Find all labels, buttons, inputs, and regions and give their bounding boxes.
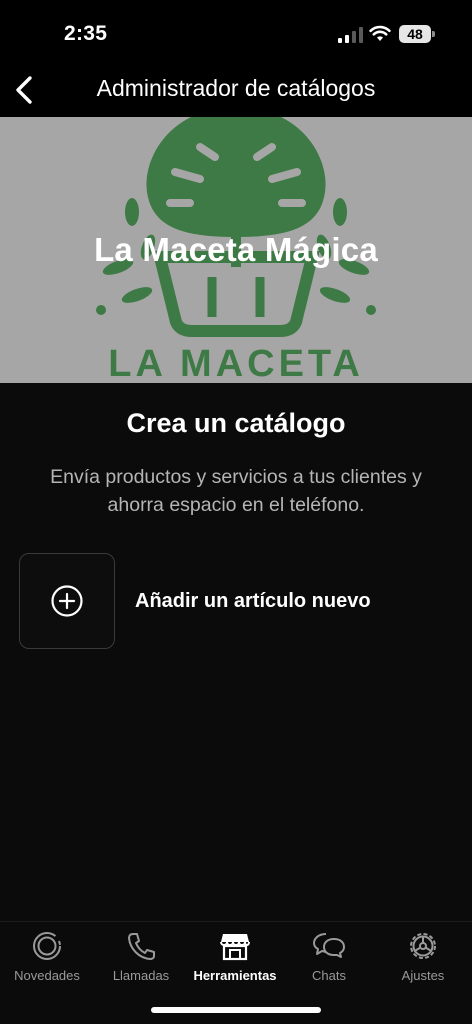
tab-novedades[interactable]: Novedades (0, 930, 94, 990)
chevron-left-icon (16, 76, 32, 104)
tab-label: Llamadas (112, 968, 170, 983)
add-item-label: Añadir un artículo nuevo (135, 590, 371, 612)
page-title: Administrador de catálogos (96, 75, 376, 101)
gear-icon (410, 933, 436, 959)
tab-llamadas[interactable]: Llamadas (94, 930, 188, 990)
tab-ajustes[interactable]: Ajustes (376, 930, 470, 990)
tab-label: Novedades (14, 968, 80, 983)
business-name: La Maceta Mágica (94, 231, 378, 268)
battery-level: 48 (407, 26, 423, 42)
wifi-icon (369, 25, 391, 41)
status-bar: 2:35 48 (0, 0, 472, 66)
add-new-item-button[interactable]: Añadir un artículo nuevo (19, 553, 453, 649)
battery-icon: 48 (399, 25, 431, 43)
battery-tip (432, 31, 435, 37)
chat-bubbles-icon (313, 933, 345, 958)
create-catalog-description: Envía productos y servicios a tus client… (50, 466, 422, 516)
store-icon (220, 934, 250, 961)
create-catalog-heading: Crea un catálogo (126, 408, 346, 438)
tab-label: Chats (312, 968, 346, 983)
logo-brand-text: LA MACETA (108, 343, 364, 383)
status-icon (33, 932, 61, 960)
signal-icon (338, 27, 363, 43)
status-time: 2:35 (64, 22, 108, 45)
nav-bar: Administrador de catálogos (0, 66, 472, 117)
tab-chats[interactable]: Chats (282, 930, 376, 990)
add-item-tile[interactable] (19, 553, 115, 649)
tab-label: Herramientas (193, 968, 277, 983)
back-button[interactable] (6, 72, 42, 108)
phone-icon (128, 933, 155, 960)
plus-circle-icon (51, 585, 83, 617)
tab-herramientas[interactable]: Herramientas (188, 930, 282, 990)
catalog-banner[interactable]: LA MACETA La Maceta Mágica (0, 117, 472, 383)
tab-label: Ajustes (401, 968, 445, 983)
home-indicator[interactable] (151, 1007, 321, 1013)
